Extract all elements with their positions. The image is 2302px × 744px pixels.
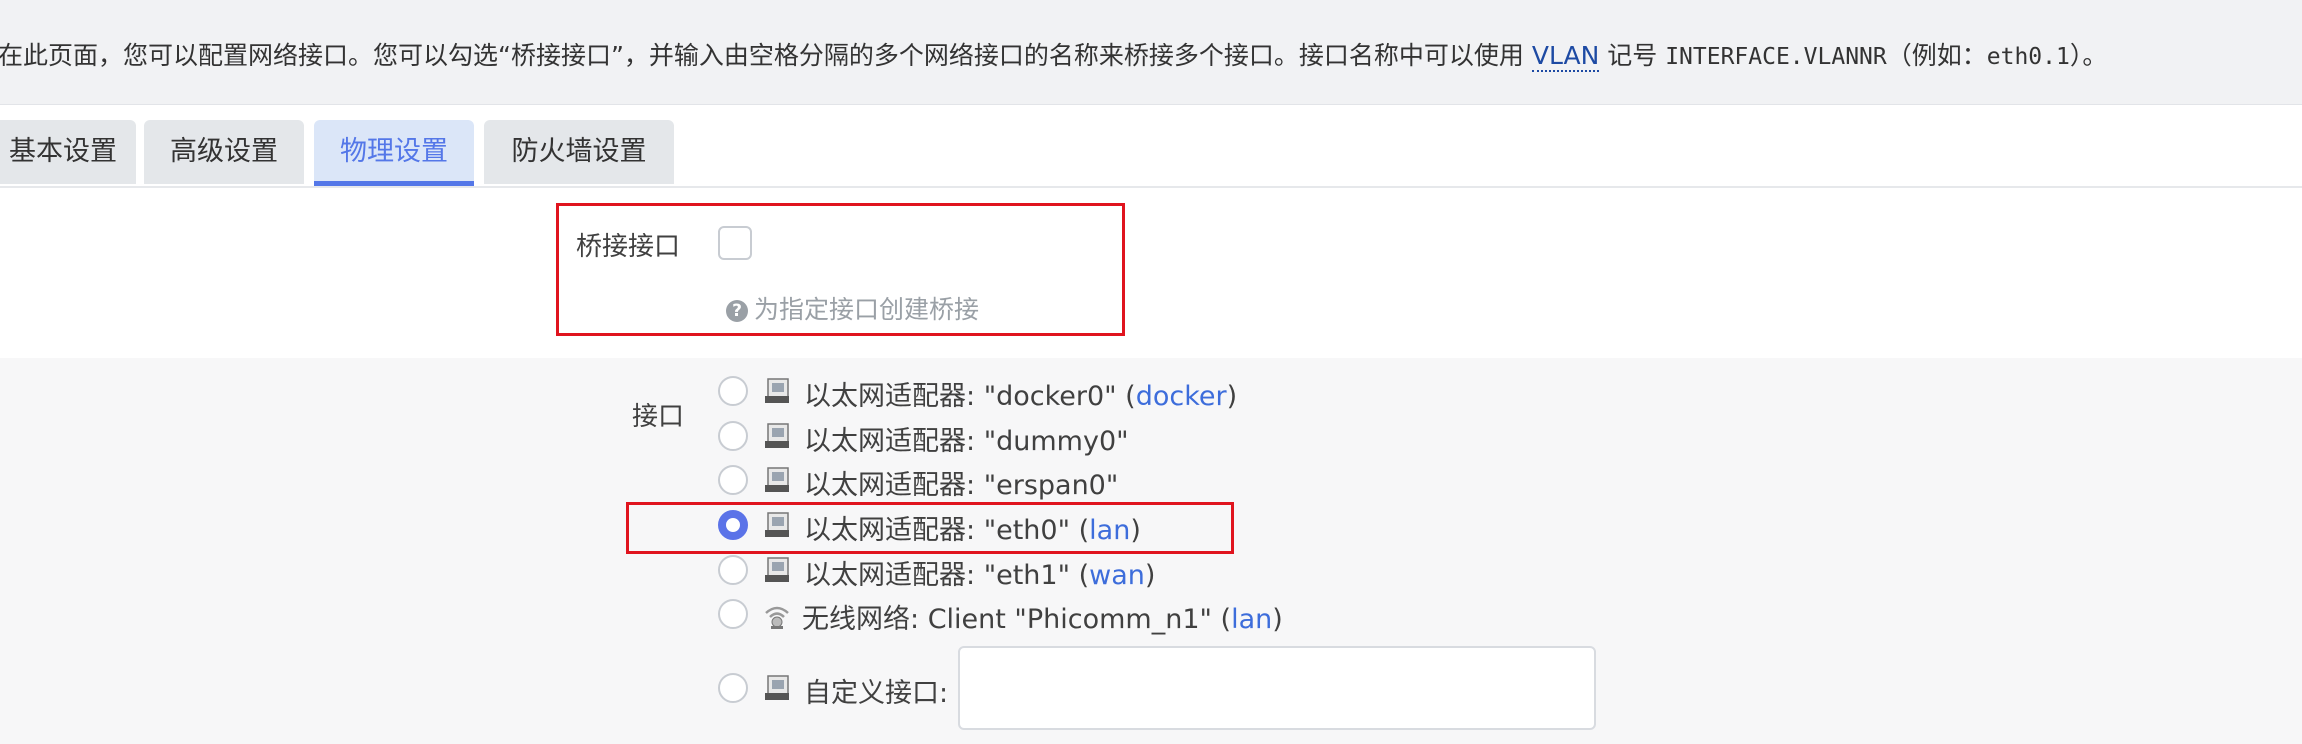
radio-phicomm-n1[interactable] [718, 599, 748, 629]
option-prefix: 以太网适配器: [804, 381, 984, 412]
ethernet-icon [765, 378, 789, 403]
radio-dummy0[interactable] [718, 421, 748, 451]
option-prefix: 以太网适配器: [804, 426, 984, 457]
ethernet-icon [765, 423, 789, 448]
option-name: "docker0" [983, 381, 1117, 412]
option-docker0[interactable]: 以太网适配器: "docker0" (docker) [804, 374, 1237, 413]
option-name: Client "Phicomm_n1" [927, 604, 1212, 635]
network-link-wan[interactable]: wan [1089, 560, 1145, 591]
code-example: eth0.1 [1986, 44, 2070, 70]
bridge-section [0, 188, 2302, 358]
tab-physical-settings[interactable]: 物理设置 [314, 120, 474, 186]
ethernet-icon [765, 675, 789, 700]
page-description: 在此页面，您可以配置网络接口。您可以勾选“桥接接口”，并输入由空格分隔的多个网络… [0, 36, 2107, 72]
ethernet-icon [765, 557, 789, 582]
option-prefix: 无线网络: [802, 604, 928, 635]
tab-bar: 基本设置 高级设置 物理设置 防火墙设置 [0, 120, 2302, 188]
custom-interface-label: 自定义接口: [804, 678, 949, 709]
interface-label: 接口 [632, 402, 685, 432]
wifi-icon [765, 606, 789, 629]
description-text-3: （例如： [1886, 41, 1987, 70]
option-eth1[interactable]: 以太网适配器: "eth1" (wan) [804, 553, 1155, 592]
option-prefix: 以太网适配器: [804, 470, 984, 501]
radio-eth1[interactable] [718, 555, 748, 585]
option-erspan0[interactable]: 以太网适配器: "erspan0" [804, 463, 1118, 502]
description-text-4: ）。 [2069, 41, 2108, 70]
code-vlan-format: INTERFACE.VLANNR [1665, 44, 1887, 70]
network-link-lan[interactable]: lan [1231, 604, 1272, 635]
option-name: "dummy0" [983, 426, 1129, 457]
highlight-box-bridge [556, 203, 1125, 336]
radio-docker0[interactable] [718, 376, 748, 406]
highlight-box-eth0 [626, 502, 1234, 554]
description-text: 在此页面，您可以配置网络接口。您可以勾选“桥接接口”，并输入由空格分隔的多个网络… [0, 41, 1532, 70]
option-phicomm-n1[interactable]: 无线网络: Client "Phicomm_n1" (lan) [802, 597, 1283, 636]
radio-erspan0[interactable] [718, 465, 748, 495]
tab-firewall-settings[interactable]: 防火墙设置 [484, 120, 674, 184]
tab-advanced-settings[interactable]: 高级设置 [144, 120, 304, 184]
tab-basic-settings[interactable]: 基本设置 [0, 120, 136, 184]
description-bar: 在此页面，您可以配置网络接口。您可以勾选“桥接接口”，并输入由空格分隔的多个网络… [0, 0, 2302, 105]
option-dummy0[interactable]: 以太网适配器: "dummy0" [804, 419, 1129, 458]
vlan-abbr[interactable]: VLAN [1531, 41, 1600, 72]
ethernet-icon [765, 467, 789, 492]
option-name: "erspan0" [983, 470, 1119, 501]
radio-custom[interactable] [718, 673, 748, 703]
network-link-docker[interactable]: docker [1136, 381, 1227, 412]
custom-interface-input[interactable] [958, 646, 1596, 730]
option-prefix: 以太网适配器: [804, 560, 984, 591]
description-text-2: 记号 [1599, 41, 1666, 70]
option-name: "eth1" [983, 560, 1071, 591]
